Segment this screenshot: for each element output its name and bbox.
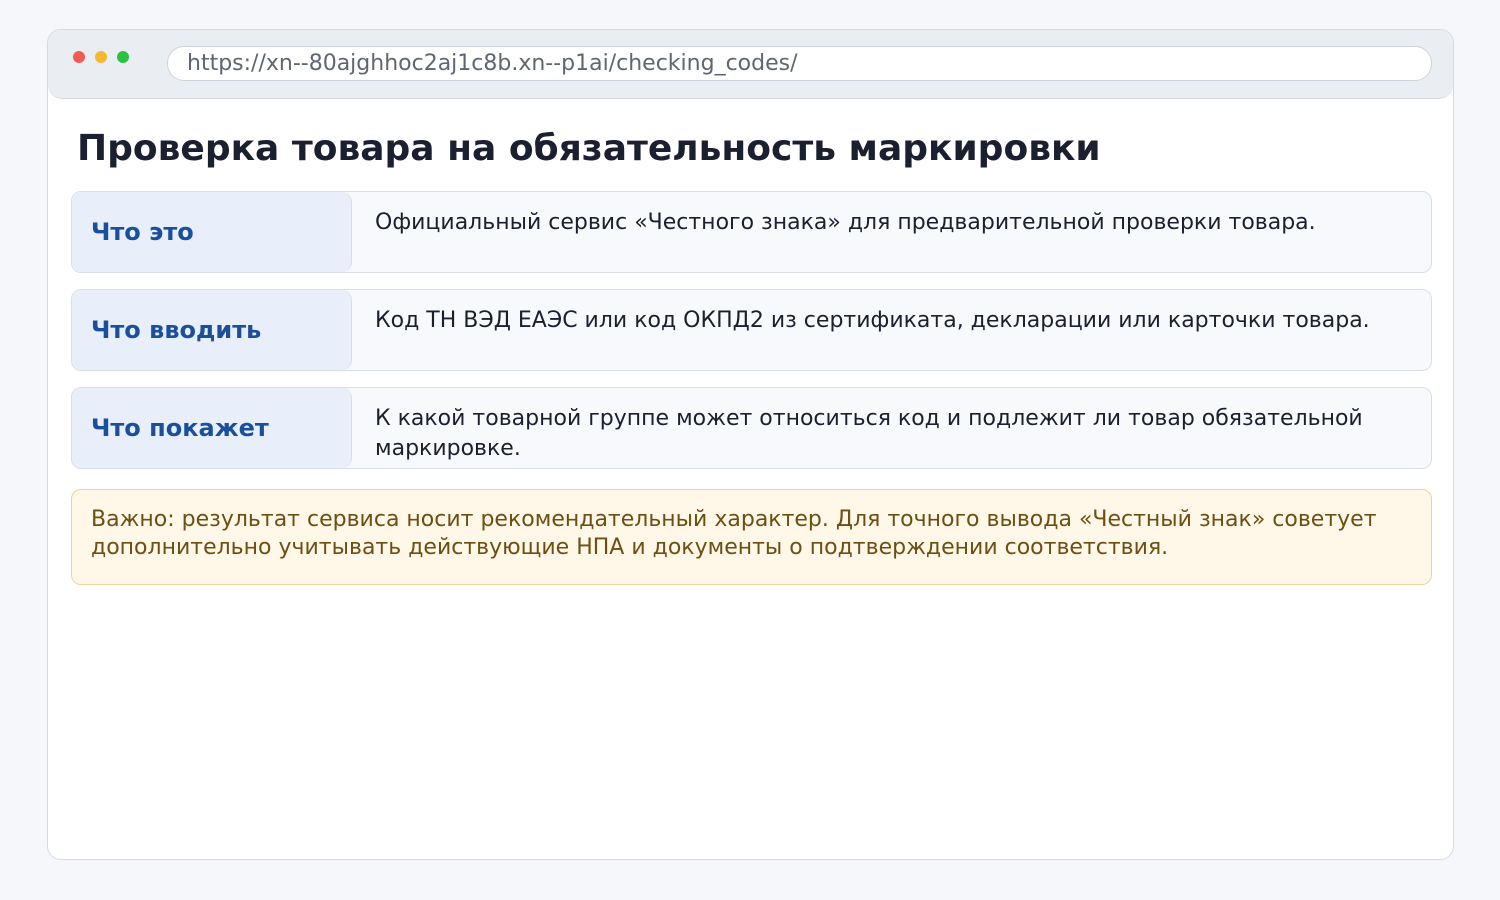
info-row-label: Что это [72, 192, 352, 272]
maximize-window-button[interactable] [117, 51, 129, 63]
important-notice: Важно: результат сервиса носит рекоменда… [71, 489, 1432, 585]
close-window-button[interactable] [73, 51, 85, 63]
info-row-value: Официальный сервис «Честного знака» для … [375, 210, 1316, 235]
info-row-what-to-enter: Что вводить Код ТН ВЭД ЕАЭС или код ОКПД… [71, 289, 1432, 371]
info-row-value: К какой товарной группе может относиться… [375, 406, 1363, 461]
info-row-what-it-shows: Что покажет К какой товарной группе може… [71, 387, 1432, 469]
browser-titlebar: https://xn--80ajghhoc2aj1c8b.xn--p1ai/ch… [48, 30, 1453, 99]
important-notice-text: Важно: результат сервиса носит рекоменда… [91, 507, 1377, 560]
info-row-label: Что вводить [72, 290, 352, 370]
page-title: Проверка товара на обязательность маркир… [77, 128, 1101, 169]
info-row-what-it-is: Что это Официальный сервис «Честного зна… [71, 191, 1432, 273]
info-row-value: Код ТН ВЭД ЕАЭС или код ОКПД2 из сертифи… [375, 308, 1370, 333]
info-row-label: Что покажет [72, 388, 352, 468]
address-bar-url: https://xn--80ajghhoc2aj1c8b.xn--p1ai/ch… [187, 51, 798, 76]
address-bar[interactable]: https://xn--80ajghhoc2aj1c8b.xn--p1ai/ch… [167, 46, 1432, 81]
minimize-window-button[interactable] [95, 51, 107, 63]
browser-window: https://xn--80ajghhoc2aj1c8b.xn--p1ai/ch… [47, 29, 1454, 860]
